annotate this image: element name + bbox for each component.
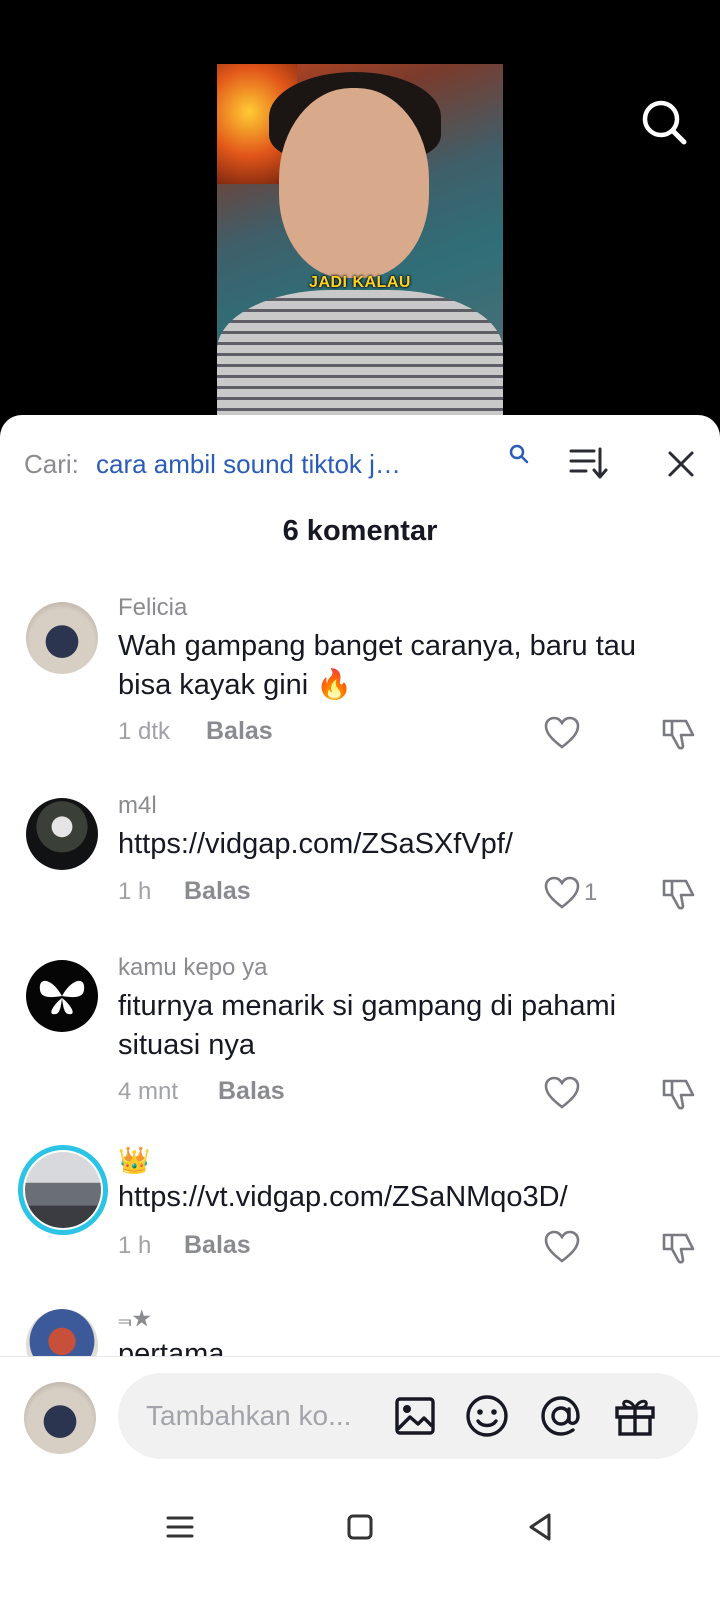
- comment-username[interactable]: m4l: [118, 792, 157, 820]
- comment-text: fiturnya menarik si gampang di pahami si…: [118, 987, 688, 1065]
- comment-username[interactable]: kamu kepo ya: [118, 954, 267, 982]
- comment-item: Felicia Wah gampang banget caranya, baru…: [0, 590, 720, 780]
- like-count: 1: [584, 879, 598, 906]
- dislike-icon[interactable]: [660, 1075, 696, 1111]
- reply-button[interactable]: Balas: [206, 717, 273, 746]
- comment-time: 4 mnt: [118, 1078, 179, 1105]
- dislike-icon[interactable]: [660, 715, 696, 751]
- menu-icon[interactable]: [160, 1507, 200, 1547]
- back-icon[interactable]: [520, 1507, 560, 1547]
- avatar[interactable]: [26, 602, 98, 674]
- comment-text-line: fiturnya menarik si gampang di pahami: [118, 990, 617, 1022]
- gift-icon[interactable]: [612, 1393, 658, 1439]
- avatar[interactable]: [26, 798, 98, 870]
- emoji-icon[interactable]: [464, 1393, 510, 1439]
- comment-text-line[interactable]: https://vt.vidgap.com/ZSaNMqo3D/: [118, 1178, 688, 1217]
- heart-icon[interactable]: [544, 1230, 580, 1264]
- comment-item: 👑 https://vt.vidgap.com/ZSaNMqo3D/ 1 h B…: [0, 1145, 720, 1305]
- dislike-icon[interactable]: [660, 1229, 696, 1265]
- comment-username[interactable]: ⫬★: [118, 1305, 151, 1333]
- dislike-icon[interactable]: [660, 875, 696, 911]
- video-thumbnail[interactable]: JADI KALAU: [217, 64, 503, 430]
- person-face: [279, 88, 429, 278]
- comment-input[interactable]: [144, 1395, 378, 1437]
- mention-icon[interactable]: [538, 1393, 584, 1439]
- system-navbar: [0, 1487, 720, 1567]
- person-shirt: [217, 290, 503, 430]
- video-caption: JADI KALAU: [309, 274, 411, 291]
- comment-text: https://vt.vidgap.com/ZSaNMqo3D/: [118, 1178, 688, 1217]
- avatar: [25, 1152, 101, 1228]
- comment-text-line: Wah gampang banget caranya, baru tau: [118, 630, 637, 662]
- comment-time: 1 h: [118, 1232, 152, 1259]
- heart-icon[interactable]: [544, 1076, 580, 1110]
- butterfly-icon: [39, 980, 85, 1015]
- video-area[interactable]: JADI KALAU: [0, 0, 720, 430]
- home-icon[interactable]: [340, 1507, 380, 1547]
- comment-input-box[interactable]: [118, 1373, 698, 1459]
- search-query-link[interactable]: cara ambil sound tiktok jadi a...: [96, 449, 414, 480]
- comment-text-line[interactable]: https://vidgap.com/ZSaSXfVpf/: [118, 825, 688, 864]
- comment-time: 1 h: [118, 878, 152, 905]
- comment-item: m4l https://vidgap.com/ZSaSXfVpf/ 1 h Ba…: [0, 790, 720, 940]
- comment-text: https://vidgap.com/ZSaSXfVpf/: [118, 825, 688, 864]
- close-icon[interactable]: [664, 447, 698, 481]
- comment-item: kamu kepo ya fiturnya menarik si gampang…: [0, 950, 720, 1140]
- heart-icon[interactable]: [544, 716, 580, 750]
- comment-text-line: bisa kayak gini 🔥: [118, 669, 353, 701]
- reply-button[interactable]: Balas: [184, 1231, 251, 1260]
- reply-button[interactable]: Balas: [184, 877, 251, 906]
- comment-username[interactable]: 👑: [118, 1145, 150, 1176]
- search-prefix: Cari:: [24, 449, 79, 479]
- avatar-with-story-ring[interactable]: [18, 1145, 108, 1235]
- search-suggestion-row[interactable]: Cari: cara ambil sound tiktok jadi a...: [24, 443, 704, 483]
- reply-button[interactable]: Balas: [218, 1077, 285, 1106]
- search-icon[interactable]: [508, 443, 530, 465]
- comment-text-line: situasi nya: [118, 1029, 256, 1061]
- heart-icon[interactable]: [544, 876, 580, 910]
- comment-time: 1 dtk: [118, 718, 171, 745]
- comment-count: 6 komentar: [282, 515, 438, 547]
- avatar[interactable]: [26, 960, 98, 1032]
- image-icon[interactable]: [392, 1393, 438, 1439]
- sort-icon[interactable]: [568, 445, 608, 481]
- comment-composer: [0, 1356, 720, 1601]
- comment-text: Wah gampang banget caranya, baru tau bis…: [118, 627, 688, 705]
- search-icon[interactable]: [640, 98, 688, 146]
- comment-username[interactable]: Felicia: [118, 594, 187, 622]
- my-avatar[interactable]: [24, 1382, 96, 1454]
